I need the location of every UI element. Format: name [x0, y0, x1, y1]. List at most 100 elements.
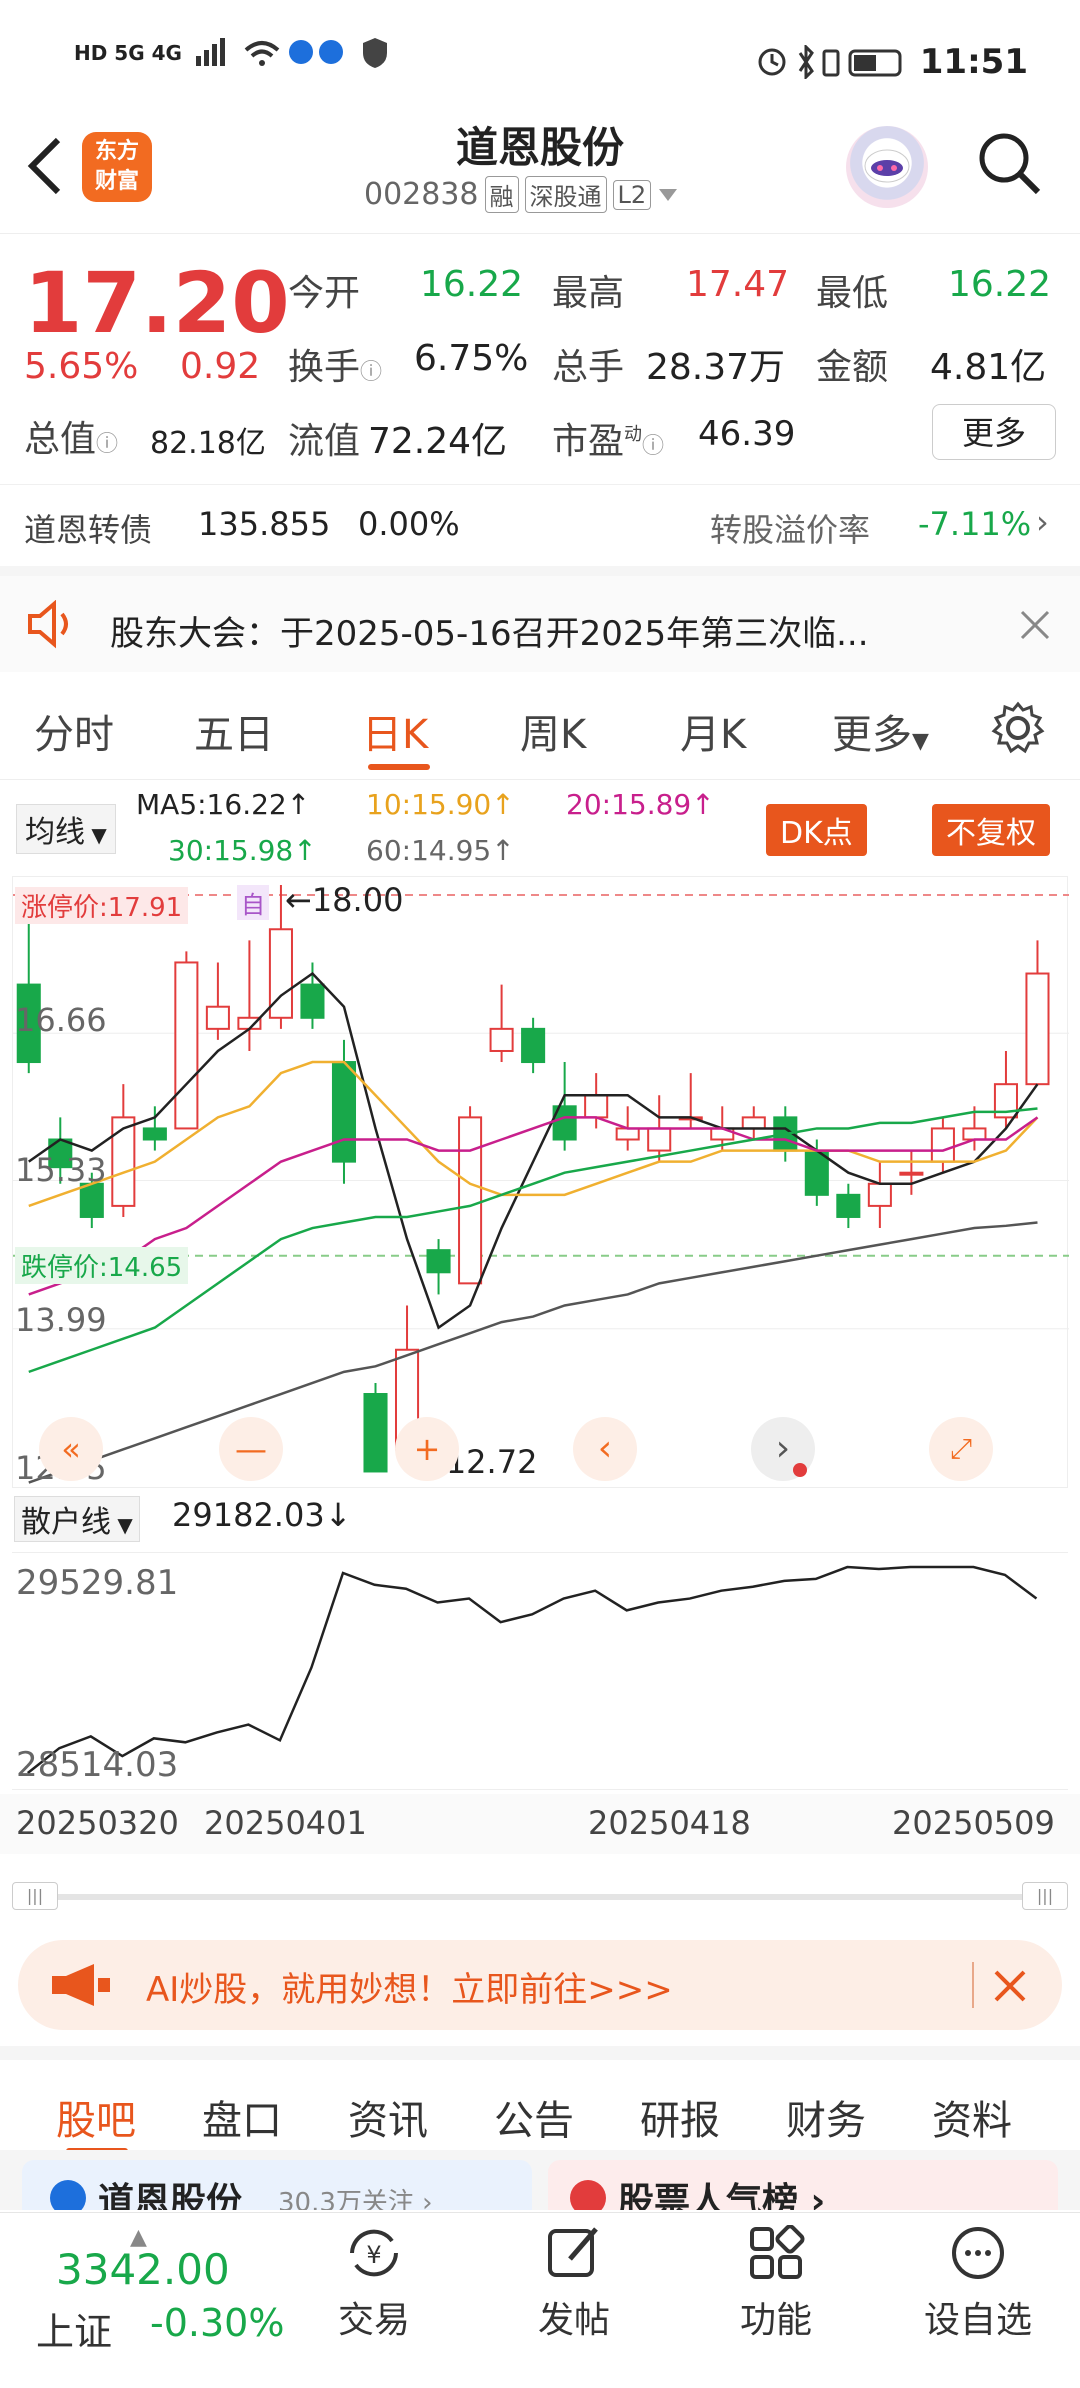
tab-daily-k[interactable]: 日K — [362, 702, 428, 760]
index-widget[interactable]: ▲ 3342.00 上证 -0.30% — [20, 2225, 284, 2365]
candle-body — [615, 1127, 640, 1141]
tab-financials[interactable]: 财务 — [786, 2088, 866, 2146]
convertible-bond-row[interactable]: 道恩转债 135.855 0.00% 转股溢价率 -7.11% › — [0, 484, 1080, 566]
caret-down-icon: ▼ — [912, 729, 929, 754]
popularity-card-title: 股票人气榜 › — [618, 2181, 826, 2210]
tag-level2: L2 — [612, 179, 652, 210]
tab-weekly-k[interactable]: 周K — [520, 702, 586, 760]
ma10-label: 10:15.90↑ — [366, 788, 515, 821]
plus-icon: + — [413, 1430, 441, 1468]
ai-assistant-avatar[interactable] — [846, 126, 928, 208]
change-pct: 5.65% — [24, 346, 139, 387]
scroll-handle-left[interactable]: ||| — [12, 1882, 58, 1910]
zoom-out-button[interactable]: — — [219, 1417, 283, 1481]
caret-down-icon: ▼ — [111, 1513, 133, 1537]
tab-profile[interactable]: 资料 — [932, 2088, 1012, 2146]
last-price: 17.20 — [24, 254, 290, 352]
adjust-button[interactable]: 不复权 — [932, 804, 1050, 856]
megaphone-icon — [52, 1964, 110, 2006]
chart-scrollbar[interactable]: ||| ||| — [12, 1880, 1068, 1912]
tab-news[interactable]: 资讯 — [348, 2088, 428, 2146]
gear-icon[interactable] — [990, 700, 1046, 756]
search-icon[interactable] — [976, 130, 1042, 196]
retail-line-chart[interactable]: 29529.81 28514.03 — [12, 1552, 1068, 1790]
close-icon[interactable] — [990, 1966, 1030, 2006]
forum-card[interactable]: 道恩股份 30.3万关注 › — [22, 2160, 532, 2210]
stock-code-row: 002838 融 深股通 L2 — [364, 176, 679, 213]
sub-indicator-header: 散户线 ▼ 29182.03↓ — [0, 1492, 1080, 1548]
yen-cycle-icon: ¥ — [350, 2229, 398, 2277]
post-button[interactable]: 发帖 — [514, 2225, 634, 2343]
self-select-tag: 自 — [237, 885, 269, 920]
popularity-card[interactable]: 股票人气榜 › — [548, 2160, 1058, 2210]
chart-tabs: 分时 五日 日K 周K 月K 更多▼ — [0, 680, 1080, 780]
ma-selector[interactable]: 均线 ▼ — [16, 804, 116, 854]
cb-premium: -7.11% — [918, 505, 1032, 543]
kline-chart[interactable]: 涨停价:17.91 跌停价:14.65 16.66 15.33 13.99 12… — [12, 876, 1069, 1488]
info-icon[interactable]: ⓘ — [360, 360, 382, 385]
candle-body — [962, 1127, 987, 1141]
index-pct: -0.30% — [150, 2301, 285, 2345]
tab-intraday[interactable]: 分时 — [34, 702, 114, 760]
prev-button[interactable]: ‹ — [573, 1417, 637, 1481]
dk-point-button[interactable]: DK点 — [766, 804, 867, 856]
candle-body — [363, 1393, 388, 1473]
cb-premium-label: 转股溢价率 — [710, 511, 871, 549]
limit-up-label: 涨停价:17.91 — [15, 887, 189, 924]
index-value: 3342.00 — [56, 2245, 230, 2294]
ai-promo-banner[interactable]: AI炒股，就用妙想！立即前往>>> — [18, 1940, 1062, 2030]
retail-line — [26, 1565, 1038, 1774]
forum-card-sub: 30.3万关注 › — [278, 2188, 433, 2210]
functions-button[interactable]: 功能 — [716, 2224, 836, 2343]
candle-body — [741, 1116, 766, 1130]
forum-card-title: 道恩股份 — [98, 2181, 243, 2210]
candle-body — [899, 1171, 924, 1176]
amount-label: 金额 — [816, 347, 889, 388]
close-icon[interactable] — [1018, 608, 1052, 642]
rewind-button[interactable]: « — [39, 1417, 103, 1481]
tab-monthly-k[interactable]: 月K — [680, 702, 746, 760]
volume-value: 28.37万 — [646, 347, 786, 388]
candle-body — [647, 1127, 672, 1152]
tab-forum[interactable]: 股吧 — [56, 2088, 136, 2146]
candle-body — [300, 983, 325, 1019]
date-label-1: 20250401 — [204, 1804, 367, 1842]
add-watchlist-button[interactable]: 设自选 — [918, 2225, 1038, 2343]
pe-label-text: 市盈 — [552, 421, 625, 462]
signal-icons — [195, 38, 343, 66]
ellipsis-circle-icon — [952, 2227, 1004, 2279]
stock-header: 东方 财富 道恩股份 002838 融 深股通 L2 — [0, 112, 1080, 234]
notice-bar[interactable]: 股东大会：于2025-05-16召开2025年第三次临... — [0, 566, 1080, 672]
pe-value: 46.39 — [698, 414, 796, 454]
info-icon[interactable]: ⓘ — [642, 434, 664, 459]
trade-label: 交易 — [337, 2300, 410, 2341]
fullscreen-button[interactable]: ⤢ — [929, 1417, 993, 1481]
rank-icon — [570, 2180, 606, 2210]
post-label: 发帖 — [537, 2300, 610, 2341]
tab-announcements[interactable]: 公告 — [494, 2088, 574, 2146]
add-watchlist-label: 设自选 — [923, 2300, 1032, 2341]
tab-research[interactable]: 研报 — [640, 2088, 720, 2146]
tab-five-day[interactable]: 五日 — [194, 702, 274, 760]
candle-body — [521, 1027, 546, 1064]
dropdown-icon[interactable] — [657, 187, 679, 203]
sub-indicator-selector[interactable]: 散户线 ▼ — [14, 1496, 140, 1542]
high-marker: ←18.00 — [285, 881, 404, 919]
edit-icon — [548, 2227, 598, 2277]
trade-button[interactable]: ¥ 交易 — [314, 2225, 434, 2343]
signal-indicators: HD 5G 4G — [74, 36, 390, 70]
mktcap-label-text: 总值 — [24, 419, 97, 460]
scroll-handle-right[interactable]: ||| — [1022, 1882, 1068, 1910]
amount-value: 4.81亿 — [930, 347, 1047, 388]
tab-orderbook[interactable]: 盘口 — [202, 2088, 282, 2146]
zoom-in-button[interactable]: + — [395, 1417, 459, 1481]
clock: 11:51 — [919, 42, 1028, 82]
more-quote-button[interactable]: 更多 — [932, 404, 1056, 460]
tab-more[interactable]: 更多▼ — [832, 702, 929, 760]
info-icon[interactable]: ⓘ — [96, 432, 118, 457]
date-axis: 20250320 20250401 20250418 20250509 — [0, 1794, 1080, 1854]
pe-sup: 动 — [624, 424, 643, 445]
turnover-value: 6.75% — [414, 338, 529, 379]
content-tabs: 股吧 盘口 资讯 公告 研报 财务 资料 — [0, 2046, 1080, 2154]
high-label: 最高 — [552, 273, 625, 314]
